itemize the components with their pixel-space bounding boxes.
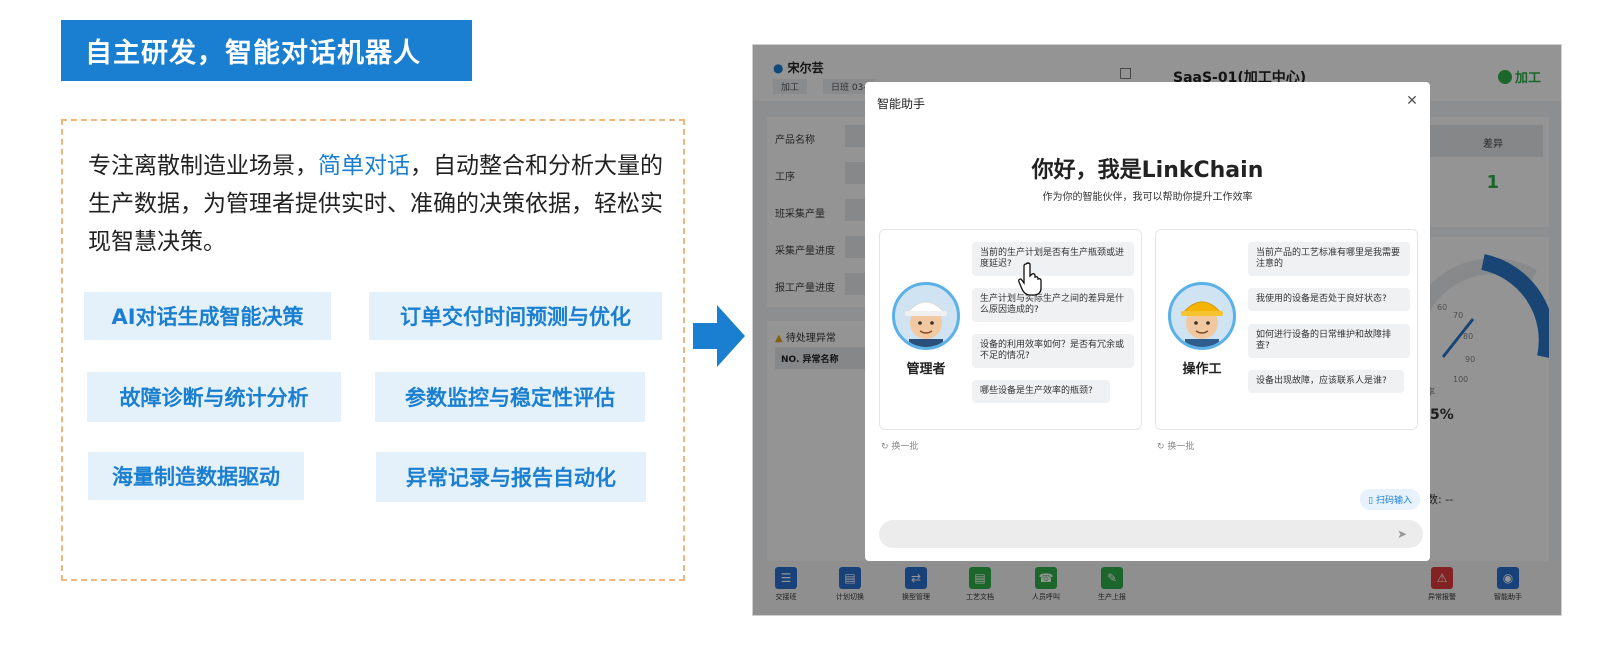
phone-icon: ▯ <box>1368 496 1374 506</box>
send-icon[interactable]: ➤ <box>1394 526 1410 542</box>
feature-delivery-forecast: 订单交付时间预测与优化 <box>369 292 662 340</box>
chat-input[interactable] <box>879 520 1423 548</box>
app-screenshot: ● 宋尔芸 加工 日班 03- □ SaaS-01(加工中心) 加工 产品名称 … <box>752 44 1562 616</box>
intro-text: 专注离散制造业场景，简单对话，自动整合和分析大量的生产数据，为管理者提供实时、准… <box>88 147 668 261</box>
manager-refresh-label: 换一批 <box>891 442 919 452</box>
worker-refresh-label: 换一批 <box>1167 442 1195 452</box>
scan-input-label: 扫码输入 <box>1375 496 1412 506</box>
worker-refresh[interactable]: ↻ 换一批 <box>1157 439 1194 452</box>
feature-param-monitor: 参数监控与稳定性评估 <box>375 372 645 422</box>
manager-avatar-icon <box>905 301 947 347</box>
hand-cursor-icon <box>1018 262 1042 296</box>
worker-avatar <box>1168 282 1236 350</box>
close-icon[interactable]: ✕ <box>1404 93 1420 109</box>
manager-avatar <box>892 282 960 350</box>
scan-input-button[interactable]: ▯ 扫码输入 <box>1360 489 1420 510</box>
modal-title: 智能助手 <box>877 97 926 111</box>
right-arrow-icon <box>693 305 745 367</box>
intro-before: 专注离散制造业场景， <box>88 153 318 179</box>
slide: 自主研发，智能对话机器人 专注离散制造业场景，简单对话，自动整合和分析大量的生产… <box>0 0 1600 649</box>
manager-question-3[interactable]: 设备的利用效率如何？是否有冗余或不足的情况? <box>972 334 1134 368</box>
worker-question-1[interactable]: 当前产品的工艺标准有哪里是我需要注意的 <box>1248 242 1410 276</box>
manager-refresh[interactable]: ↻ 换一批 <box>881 439 918 452</box>
worker-question-4[interactable]: 设备出现故障，应该联系人是谁? <box>1248 370 1404 393</box>
manager-role: 管理者 <box>906 362 946 377</box>
greeting-subtitle: 作为你的智能伙伴，我可以帮助你提升工作效率 <box>1042 192 1253 203</box>
refresh-icon: ↻ <box>1157 442 1165 452</box>
manager-question-1[interactable]: 当前的生产计划是否有生产瓶颈或进度延迟? <box>972 242 1134 276</box>
intro-highlight: 简单对话 <box>318 153 410 179</box>
feature-report-automation: 异常记录与报告自动化 <box>376 452 646 502</box>
worker-role: 操作工 <box>1182 362 1222 377</box>
manager-question-4[interactable]: 哪些设备是生产效率的瓶颈? <box>972 380 1110 403</box>
manager-question-2[interactable]: 生产计划与实际生产之间的差异是什么原因造成的? <box>972 288 1134 322</box>
page-title: 自主研发，智能对话机器人 <box>61 20 472 81</box>
worker-avatar-icon <box>1181 301 1223 347</box>
greeting: 你好，我是LinkChain <box>1031 158 1264 183</box>
feature-fault-diagnosis: 故障诊断与统计分析 <box>87 372 341 422</box>
refresh-icon: ↻ <box>881 442 889 452</box>
worker-card: 操作工 当前产品的工艺标准有哪里是我需要注意的 我使用的设备是否处于良好状态? … <box>1155 229 1418 430</box>
feature-data-driven: 海量制造数据驱动 <box>88 452 304 500</box>
manager-card: 管理者 当前的生产计划是否有生产瓶颈或进度延迟? 生产计划与实际生产之间的差异是… <box>879 229 1142 430</box>
worker-question-3[interactable]: 如何进行设备的日常维护和故障排查? <box>1248 324 1410 358</box>
assistant-modal: 智能助手 ✕ 你好，我是LinkChain 作为你的智能伙伴，我可以帮助你提升工… <box>865 82 1430 561</box>
feature-ai-decision: AI对话生成智能决策 <box>84 292 331 340</box>
worker-question-2[interactable]: 我使用的设备是否处于良好状态? <box>1248 288 1410 311</box>
